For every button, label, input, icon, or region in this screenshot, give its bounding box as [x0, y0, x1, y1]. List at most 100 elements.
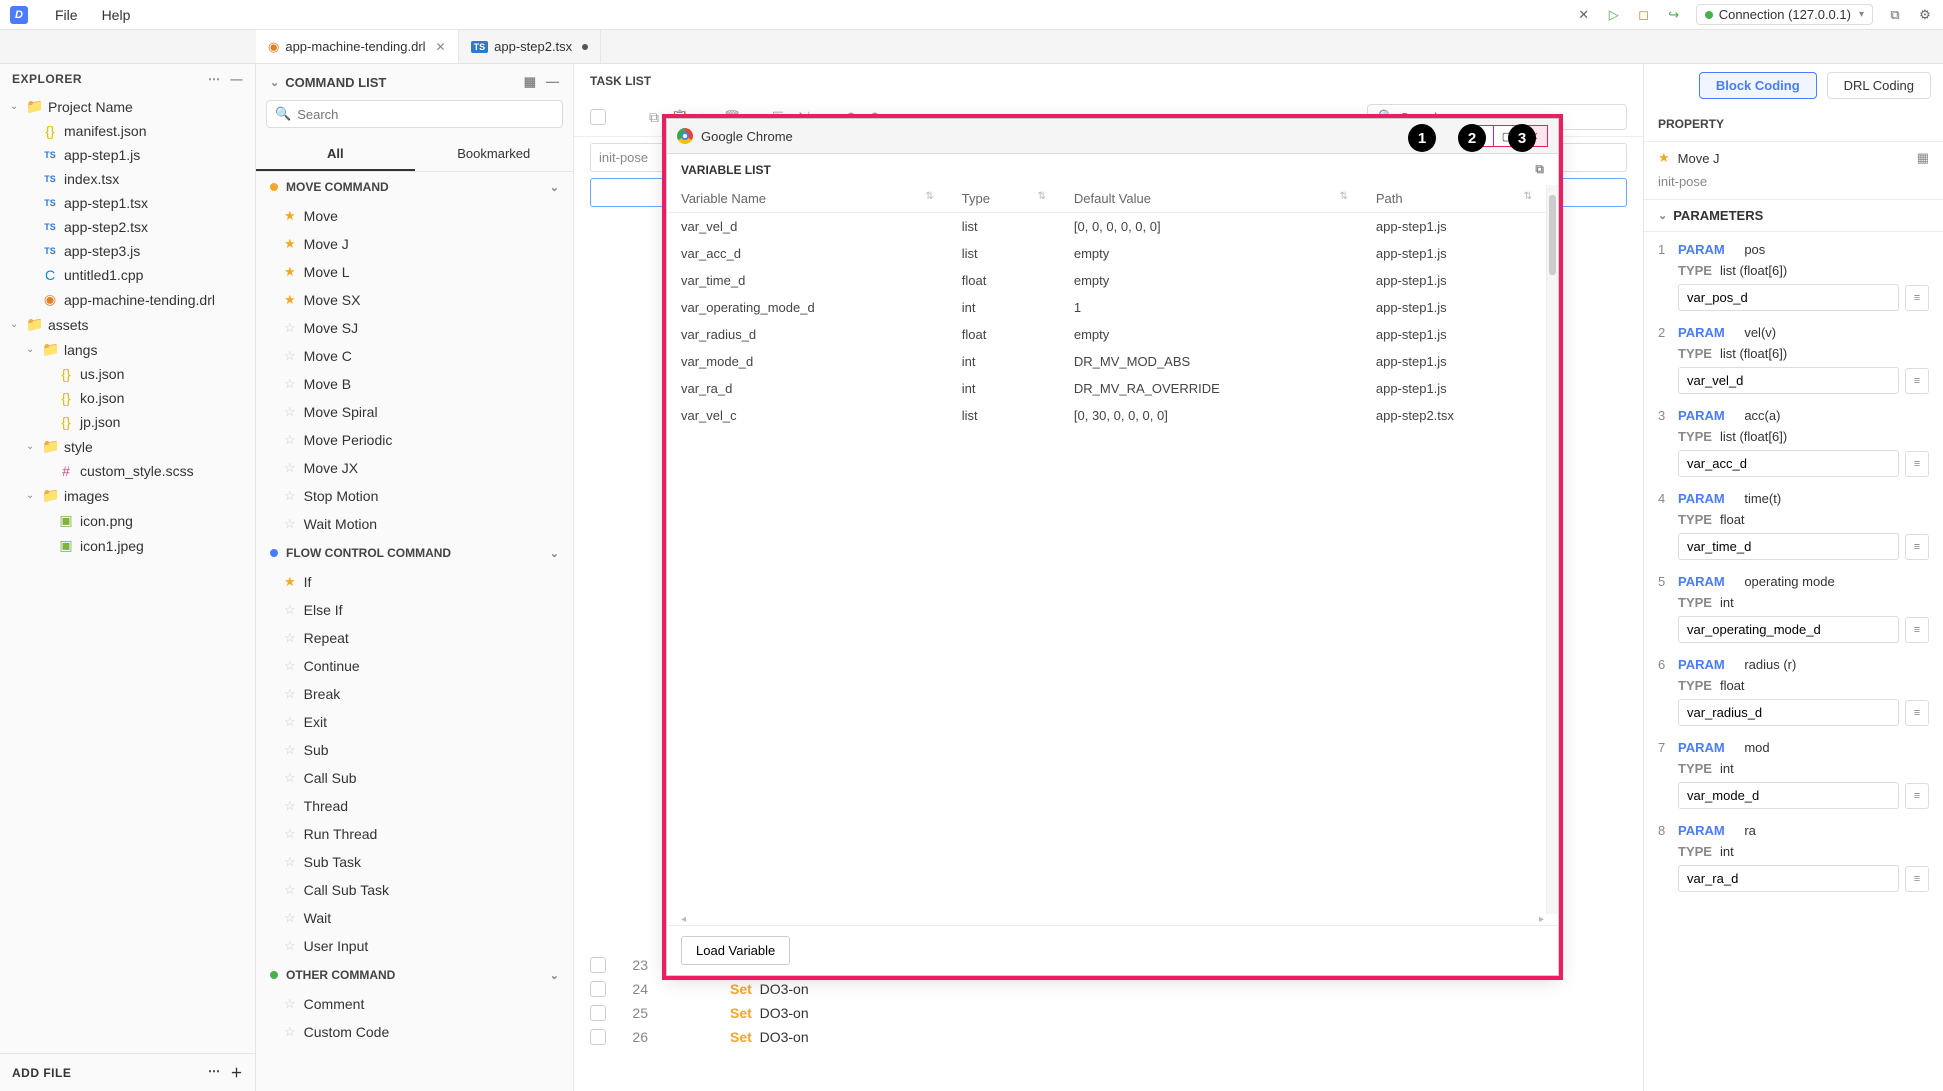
file-node[interactable]: Cuntitled1.cpp — [0, 263, 255, 287]
tab-drl-file[interactable]: ◉ app-machine-tending.drl ✕ — [256, 30, 459, 63]
command-group-header[interactable]: FLOW CONTROL COMMAND⌄ — [256, 538, 573, 568]
param-value-input[interactable] — [1678, 533, 1899, 560]
copy-icon[interactable]: ⧉ — [646, 109, 662, 125]
column-header[interactable]: Type⇅ — [948, 185, 1060, 213]
star-icon[interactable]: ☆ — [284, 996, 296, 1012]
star-icon[interactable]: ★ — [284, 236, 296, 252]
star-icon[interactable]: ★ — [1658, 150, 1670, 166]
variable-row[interactable]: var_time_dfloatemptyapp-step1.js — [667, 267, 1546, 294]
command-item[interactable]: ☆Wait Motion — [256, 510, 573, 538]
parameters-header[interactable]: ⌄ PARAMETERS — [1644, 199, 1943, 232]
select-all-checkbox[interactable] — [590, 109, 606, 125]
command-item[interactable]: ☆Continue — [256, 652, 573, 680]
column-header[interactable]: Variable Name⇅ — [667, 185, 948, 213]
variable-row[interactable]: var_radius_dfloatemptyapp-step1.js — [667, 321, 1546, 348]
command-item[interactable]: ☆Sub — [256, 736, 573, 764]
load-variable-button[interactable]: Load Variable — [681, 936, 790, 965]
star-icon[interactable]: ☆ — [284, 770, 296, 786]
column-header[interactable]: Default Value⇅ — [1060, 185, 1362, 213]
command-item[interactable]: ★Move — [256, 202, 573, 230]
command-item[interactable]: ★Move J — [256, 230, 573, 258]
command-item[interactable]: ☆Break — [256, 680, 573, 708]
variable-row[interactable]: var_vel_clist[0, 30, 0, 0, 0, 0]app-step… — [667, 402, 1546, 429]
list-icon[interactable]: ≡ — [1905, 866, 1929, 892]
file-node[interactable]: TSapp-step2.tsx — [0, 215, 255, 239]
tool-icon[interactable]: ✕ — [1576, 7, 1592, 23]
list-icon[interactable]: ≡ — [1905, 368, 1929, 394]
row-checkbox[interactable] — [590, 1029, 606, 1045]
variable-row[interactable]: var_mode_dintDR_MV_MOD_ABSapp-step1.js — [667, 348, 1546, 375]
variable-row[interactable]: var_acc_dlistemptyapp-step1.js — [667, 240, 1546, 267]
collapse-icon[interactable]: — — [231, 72, 244, 86]
command-item[interactable]: ☆Comment — [256, 990, 573, 1018]
connection-status[interactable]: Connection (127.0.0.1) ▾ — [1696, 4, 1873, 25]
folder-node[interactable]: ⌄📁assets — [0, 312, 255, 337]
star-icon[interactable]: ★ — [284, 264, 296, 280]
file-node[interactable]: TSindex.tsx — [0, 167, 255, 191]
row-checkbox[interactable] — [590, 981, 606, 997]
chevron-down-icon[interactable]: ⌄ — [270, 76, 279, 89]
command-group-header[interactable]: MOVE COMMAND⌄ — [256, 172, 573, 202]
param-value-input[interactable] — [1678, 284, 1899, 311]
param-value-input[interactable] — [1678, 450, 1899, 477]
plus-icon[interactable]: ＋ — [230, 1064, 243, 1081]
command-item[interactable]: ☆Exit — [256, 708, 573, 736]
command-item[interactable]: ☆Move JX — [256, 454, 573, 482]
list-icon[interactable]: ≡ — [1905, 783, 1929, 809]
command-item[interactable]: ☆Repeat — [256, 624, 573, 652]
drl-coding-tab[interactable]: DRL Coding — [1827, 72, 1931, 99]
folder-node[interactable]: ⌄📁Project Name — [0, 94, 255, 119]
param-value-input[interactable] — [1678, 782, 1899, 809]
close-icon[interactable]: ✕ — [436, 40, 446, 54]
play-icon[interactable]: ▷ — [1606, 7, 1622, 23]
variable-row[interactable]: var_vel_dlist[0, 0, 0, 0, 0, 0]app-step1… — [667, 213, 1546, 241]
star-icon[interactable]: ★ — [284, 208, 296, 224]
list-icon[interactable]: ≡ — [1905, 285, 1929, 311]
star-icon[interactable]: ☆ — [284, 882, 296, 898]
command-item[interactable]: ☆Wait — [256, 904, 573, 932]
menu-help[interactable]: Help — [90, 7, 143, 23]
command-item[interactable]: ★If — [256, 568, 573, 596]
command-item[interactable]: ★Move L — [256, 258, 573, 286]
more-icon[interactable]: ⋯ — [208, 1064, 221, 1081]
column-header[interactable]: Path⇅ — [1362, 185, 1546, 213]
file-node[interactable]: #custom_style.scss — [0, 459, 255, 483]
star-icon[interactable]: ☆ — [284, 714, 296, 730]
param-value-input[interactable] — [1678, 616, 1899, 643]
command-item[interactable]: ☆Move SJ — [256, 314, 573, 342]
file-node[interactable]: {}ko.json — [0, 386, 255, 410]
scroll-left-icon[interactable]: ◂ — [681, 914, 686, 925]
star-icon[interactable]: ☆ — [284, 686, 296, 702]
tab-tsx-file[interactable]: TS app-step2.tsx — [459, 30, 602, 63]
star-icon[interactable]: ☆ — [284, 488, 296, 504]
step-icon[interactable]: ↪ — [1666, 7, 1682, 23]
file-node[interactable]: {}manifest.json — [0, 119, 255, 143]
file-node[interactable]: ◉app-machine-tending.drl — [0, 287, 255, 312]
task-row[interactable]: 24Set DO3-on — [574, 977, 1643, 1001]
task-row[interactable]: 25Set DO3-on — [574, 1001, 1643, 1025]
star-icon[interactable]: ★ — [284, 574, 296, 590]
command-item[interactable]: ☆User Input — [256, 932, 573, 960]
scroll-right-icon[interactable]: ▸ — [1539, 914, 1544, 925]
star-icon[interactable]: ☆ — [284, 602, 296, 618]
star-icon[interactable]: ☆ — [284, 1024, 296, 1040]
file-node[interactable]: ▣icon1.jpeg — [0, 533, 255, 558]
subtab-bookmark[interactable]: Bookmarked — [415, 138, 574, 171]
grid-icon[interactable]: ▦ — [524, 74, 536, 90]
star-icon[interactable]: ☆ — [284, 320, 296, 336]
add-file-button[interactable]: ADD FILE ⋯ ＋ — [0, 1053, 255, 1091]
file-node[interactable]: {}us.json — [0, 362, 255, 386]
star-icon[interactable]: ☆ — [284, 742, 296, 758]
variable-row[interactable]: var_ra_dintDR_MV_RA_OVERRIDEapp-step1.js — [667, 375, 1546, 402]
star-icon[interactable]: ☆ — [284, 348, 296, 364]
folder-node[interactable]: ⌄📁images — [0, 483, 255, 508]
param-value-input[interactable] — [1678, 699, 1899, 726]
file-node[interactable]: {}jp.json — [0, 410, 255, 434]
star-icon[interactable]: ☆ — [284, 658, 296, 674]
external-link-icon[interactable]: ⧉ — [1535, 162, 1544, 177]
file-node[interactable]: ▣icon.png — [0, 508, 255, 533]
star-icon[interactable]: ☆ — [284, 404, 296, 420]
star-icon[interactable]: ☆ — [284, 854, 296, 870]
star-icon[interactable]: ☆ — [284, 938, 296, 954]
star-icon[interactable]: ☆ — [284, 826, 296, 842]
